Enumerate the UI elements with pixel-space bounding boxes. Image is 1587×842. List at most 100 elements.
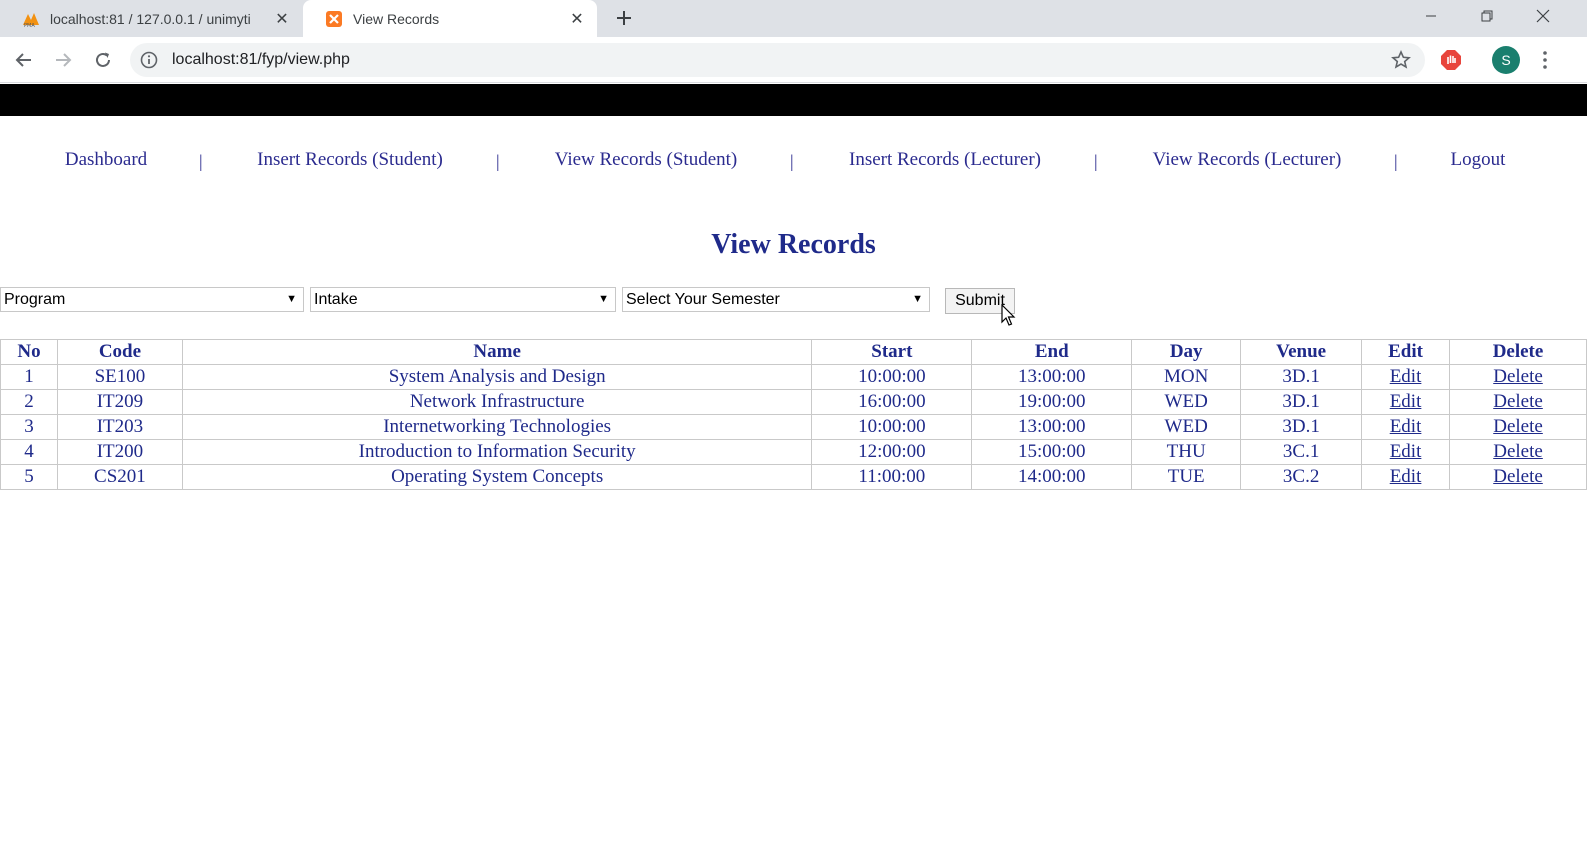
url-text[interactable]: localhost:81/fyp/view.php bbox=[172, 51, 350, 69]
tab-title: localhost:81 / 127.0.0.1 / unimyti bbox=[50, 10, 251, 27]
mouse-cursor-icon bbox=[1001, 304, 1016, 326]
forward-icon[interactable] bbox=[48, 45, 78, 75]
column-header-no: No bbox=[0, 339, 58, 365]
cell-venue: 3D.1 bbox=[1240, 389, 1363, 415]
column-header-day: Day bbox=[1131, 339, 1242, 365]
close-tab-icon[interactable]: ✕ bbox=[565, 7, 589, 31]
edit-link[interactable]: Edit bbox=[1390, 391, 1422, 412]
table-row: 1 SE100 System Analysis and Design 10:00… bbox=[0, 364, 1587, 390]
dropdown-caret-icon: ▼ bbox=[912, 293, 923, 305]
delete-link[interactable]: Delete bbox=[1493, 441, 1543, 462]
avatar[interactable]: S bbox=[1492, 46, 1520, 74]
tab-strip: PMA localhost:81 / 127.0.0.1 / unimyti ✕… bbox=[0, 0, 1587, 37]
nav-logout[interactable]: Logout bbox=[1451, 149, 1506, 171]
nav-view-student[interactable]: View Records (Student) bbox=[555, 149, 738, 171]
cell-venue: 3D.1 bbox=[1240, 364, 1363, 390]
reload-icon[interactable] bbox=[88, 45, 118, 75]
close-tab-icon[interactable]: ✕ bbox=[270, 7, 294, 31]
column-header-code: Code bbox=[56, 339, 183, 365]
dropdown-caret-icon: ▼ bbox=[598, 293, 609, 305]
page-content: Dashboard | Insert Records (Student) | V… bbox=[0, 116, 1587, 842]
info-icon[interactable] bbox=[140, 51, 158, 69]
cell-venue: 3C.2 bbox=[1240, 464, 1363, 490]
minimize-icon[interactable] bbox=[1403, 0, 1459, 32]
delete-link[interactable]: Delete bbox=[1493, 391, 1543, 412]
table-row: 5 CS201 Operating System Concepts 11:00:… bbox=[0, 464, 1587, 490]
table-header-row: No Code Name Start End Day Venue Edit De… bbox=[0, 339, 1587, 365]
nav-separator: | bbox=[1394, 151, 1398, 171]
close-window-icon[interactable] bbox=[1515, 0, 1571, 32]
page-title: View Records bbox=[711, 229, 876, 260]
records-table: No Code Name Start End Day Venue Edit De… bbox=[0, 339, 1587, 490]
nav-separator: | bbox=[199, 151, 203, 171]
delete-link[interactable]: Delete bbox=[1493, 416, 1543, 437]
cell-venue: 3D.1 bbox=[1240, 414, 1363, 440]
nav-dashboard[interactable]: Dashboard bbox=[65, 149, 147, 171]
delete-link[interactable]: Delete bbox=[1493, 466, 1543, 487]
cell-end: 19:00:00 bbox=[971, 389, 1133, 415]
cell-day: WED bbox=[1131, 389, 1242, 415]
program-select-value: Program bbox=[4, 290, 66, 308]
tab-phpmyadmin[interactable]: PMA localhost:81 / 127.0.0.1 / unimyti ✕ bbox=[0, 0, 302, 37]
cell-edit: Edit bbox=[1361, 364, 1451, 390]
edit-link[interactable]: Edit bbox=[1390, 416, 1422, 437]
cell-code: CS201 bbox=[56, 464, 183, 490]
cell-end: 13:00:00 bbox=[971, 364, 1133, 390]
cell-delete: Delete bbox=[1449, 414, 1587, 440]
intake-select[interactable]: Intake ▼ bbox=[310, 287, 616, 312]
nav-separator: | bbox=[496, 151, 500, 171]
cell-start: 16:00:00 bbox=[811, 389, 973, 415]
tab-view-records[interactable]: View Records ✕ bbox=[303, 0, 597, 37]
edit-link[interactable]: Edit bbox=[1390, 441, 1422, 462]
cell-end: 13:00:00 bbox=[971, 414, 1133, 440]
back-icon[interactable] bbox=[9, 45, 39, 75]
table-row: 2 IT209 Network Infrastructure 16:00:00 … bbox=[0, 389, 1587, 415]
delete-link[interactable]: Delete bbox=[1493, 366, 1543, 387]
cell-code: SE100 bbox=[56, 364, 183, 390]
nav-insert-lecturer[interactable]: Insert Records (Lecturer) bbox=[849, 149, 1041, 171]
bookmark-star-icon[interactable] bbox=[1391, 50, 1411, 70]
tab-title: View Records bbox=[353, 10, 440, 27]
new-tab-icon[interactable] bbox=[610, 4, 638, 32]
dropdown-caret-icon: ▼ bbox=[286, 293, 297, 305]
page-header-bar bbox=[0, 84, 1587, 116]
column-header-end: End bbox=[971, 339, 1133, 365]
cell-start: 10:00:00 bbox=[811, 364, 973, 390]
program-select[interactable]: Program ▼ bbox=[0, 287, 304, 312]
cell-name: Internetworking Technologies bbox=[181, 414, 813, 440]
semester-select[interactable]: Select Your Semester ▼ bbox=[622, 287, 930, 312]
cell-no: 1 bbox=[0, 364, 58, 390]
semester-select-value: Select Your Semester bbox=[626, 290, 780, 308]
cell-name: System Analysis and Design bbox=[181, 364, 813, 390]
cell-code: IT200 bbox=[56, 439, 183, 465]
column-header-name: Name bbox=[181, 339, 813, 365]
column-header-delete: Delete bbox=[1449, 339, 1587, 365]
restore-icon[interactable] bbox=[1459, 0, 1515, 32]
edit-link[interactable]: Edit bbox=[1390, 366, 1422, 387]
cell-start: 11:00:00 bbox=[811, 464, 973, 490]
cell-end: 15:00:00 bbox=[971, 439, 1133, 465]
cell-name: Operating System Concepts bbox=[181, 464, 813, 490]
menu-dots-icon[interactable] bbox=[1535, 47, 1555, 73]
cell-edit: Edit bbox=[1361, 414, 1451, 440]
nav-view-lecturer[interactable]: View Records (Lecturer) bbox=[1153, 149, 1342, 171]
nav-separator: | bbox=[1094, 151, 1098, 171]
browser-toolbar: localhost:81/fyp/view.php S bbox=[0, 37, 1587, 83]
main-nav: Dashboard | Insert Records (Student) | V… bbox=[0, 149, 1587, 179]
cell-delete: Delete bbox=[1449, 439, 1587, 465]
cell-name: Network Infrastructure bbox=[181, 389, 813, 415]
table-row: 4 IT200 Introduction to Information Secu… bbox=[0, 439, 1587, 465]
column-header-start: Start bbox=[811, 339, 973, 365]
intake-select-value: Intake bbox=[314, 290, 358, 308]
column-header-edit: Edit bbox=[1361, 339, 1451, 365]
cell-day: THU bbox=[1131, 439, 1242, 465]
adblock-extension-icon[interactable] bbox=[1440, 49, 1462, 71]
edit-link[interactable]: Edit bbox=[1390, 466, 1422, 487]
cell-day: MON bbox=[1131, 364, 1242, 390]
nav-separator: | bbox=[790, 151, 794, 171]
cell-code: IT203 bbox=[56, 414, 183, 440]
cell-day: TUE bbox=[1131, 464, 1242, 490]
address-bar[interactable]: localhost:81/fyp/view.php bbox=[130, 43, 1425, 77]
cell-name: Introduction to Information Security bbox=[181, 439, 813, 465]
nav-insert-student[interactable]: Insert Records (Student) bbox=[257, 149, 443, 171]
